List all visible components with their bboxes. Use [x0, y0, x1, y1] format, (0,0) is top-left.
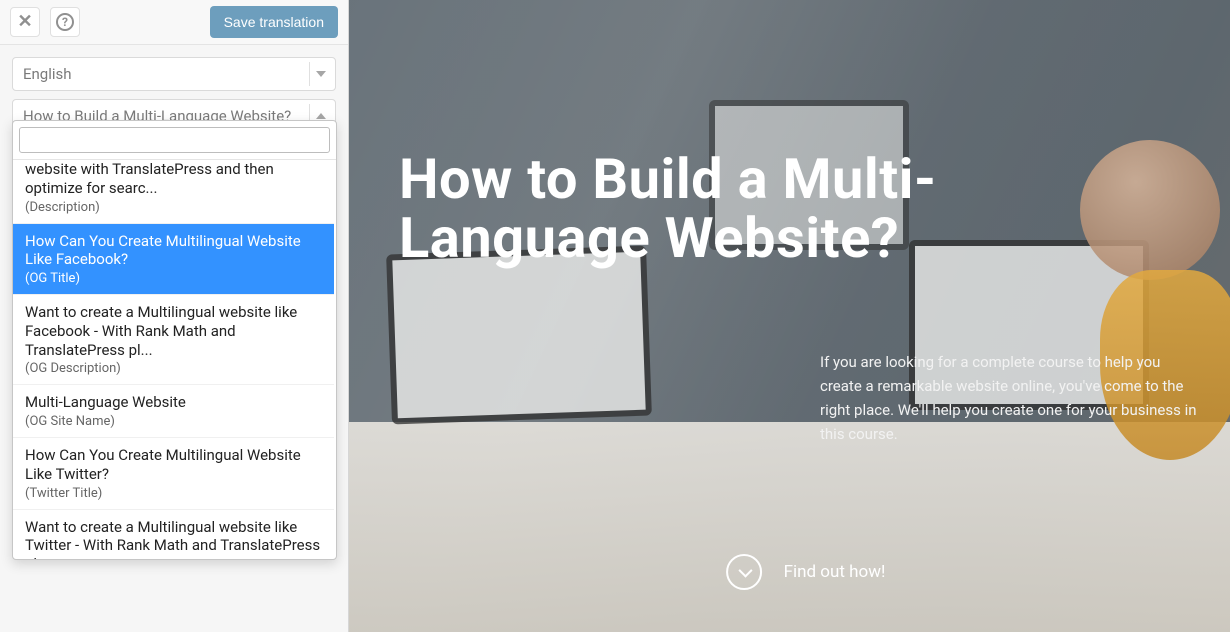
dropdown-item-meta: (OG Title)	[25, 271, 322, 286]
dropdown-item[interactable]: Multi-Language Website (OG Site Name)	[13, 385, 334, 438]
dropdown-item-meta: (OG Description)	[25, 361, 322, 376]
dropdown-item-meta: (Twitter Title)	[25, 486, 322, 501]
dropdown-item-title: Want to create a Multilingual website li…	[25, 518, 322, 560]
help-button[interactable]: ?	[50, 7, 80, 37]
cta-label: Find out how!	[784, 562, 886, 582]
page-preview: How to Build a Multi-Language Website? I…	[349, 0, 1230, 632]
hero-content: How to Build a Multi-Language Website?	[349, 0, 1109, 268]
dropdown-item-meta: (Description)	[25, 200, 322, 215]
dropdown-item[interactable]: Want to create a Multilingual website li…	[13, 295, 334, 385]
dropdown-item[interactable]: Want to create a Multilingual website li…	[13, 510, 334, 560]
string-select-dropdown: website with TranslatePress and then opt…	[12, 120, 337, 560]
hero-bg-desk	[349, 422, 1230, 632]
hero-bg-monitor	[386, 246, 652, 425]
dropdown-item[interactable]: How Can You Create Multilingual Website …	[13, 438, 334, 510]
dropdown-item-title: How Can You Create Multilingual Website …	[25, 232, 322, 270]
chevron-down-icon	[309, 62, 331, 86]
help-icon: ?	[56, 13, 74, 31]
panel-header: ✕ ? Save translation	[0, 0, 348, 45]
close-button[interactable]: ✕	[10, 7, 40, 37]
dropdown-item-meta: (OG Site Name)	[25, 414, 322, 429]
translation-panel: ✕ ? Save translation English How to Buil…	[0, 0, 349, 632]
save-translation-button[interactable]: Save translation	[210, 6, 338, 38]
arrow-down-circle-icon	[726, 554, 762, 590]
hero-subtitle: If you are looking for a complete course…	[820, 350, 1200, 446]
dropdown-item-title: website with TranslatePress and then opt…	[25, 160, 322, 198]
dropdown-list[interactable]: website with TranslatePress and then opt…	[13, 160, 336, 559]
language-select-value: English	[23, 65, 72, 83]
dropdown-item[interactable]: How Can You Create Multilingual Website …	[13, 224, 334, 296]
language-select[interactable]: English	[12, 57, 336, 91]
dropdown-item-title: Want to create a Multilingual website li…	[25, 303, 322, 359]
dropdown-item-title: Multi-Language Website	[25, 393, 322, 412]
page-title: How to Build a Multi-Language Website?	[399, 150, 1109, 268]
dropdown-item-title: How Can You Create Multilingual Website …	[25, 446, 322, 484]
close-icon: ✕	[17, 13, 32, 31]
dropdown-item[interactable]: website with TranslatePress and then opt…	[13, 160, 334, 224]
find-out-how-cta[interactable]: Find out how!	[726, 554, 886, 590]
dropdown-search-wrap	[13, 121, 336, 160]
dropdown-search-input[interactable]	[19, 127, 330, 153]
